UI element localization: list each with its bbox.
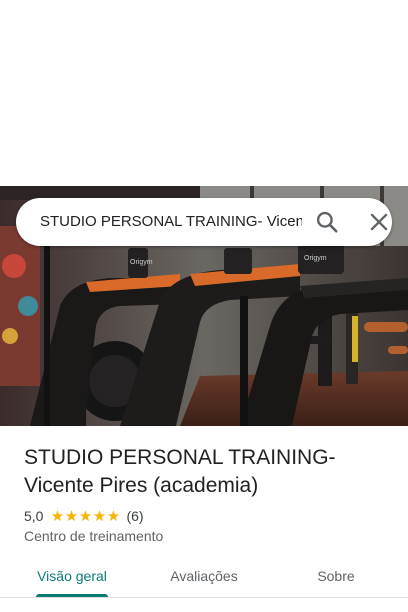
blank-map-area [0,0,408,186]
star-icon: ★ [106,507,121,525]
place-category: Centro de treinamento [24,528,164,544]
place-title: STUDIO PERSONAL TRAINING- Vicente Pires … [24,444,394,500]
rating-value: 5,0 [24,508,44,524]
close-icon [370,213,388,231]
tab-reviews[interactable]: Avaliações [160,556,248,596]
brand-label: Origym [304,255,327,262]
place-title-line-2: Vicente Pires (academia) [24,474,259,497]
star-icon: ★ [50,507,65,525]
tab-overview[interactable]: Visão geral [28,556,116,596]
search-bar[interactable]: STUDIO PERSONAL TRAINING- Vicente Pires … [16,198,392,246]
tab-about[interactable]: Sobre [296,556,376,596]
search-input[interactable]: STUDIO PERSONAL TRAINING- Vicente Pires … [40,198,302,246]
star-icon: ★ [64,507,79,525]
star-icon: ★ [92,507,107,525]
close-button[interactable] [366,209,392,235]
tabs-divider [0,597,408,598]
star-icon: ★ [78,507,93,525]
rating-row[interactable]: 5,0 ★ ★ ★ ★ ★ (6) [24,507,144,525]
rating-stars: ★ ★ ★ ★ ★ [50,509,120,524]
search-button[interactable] [314,209,340,235]
brand-label: Origym [130,259,153,266]
place-tabs: Visão geral Avaliações Sobre [0,556,408,602]
search-icon [316,211,338,233]
review-count[interactable]: (6) [126,508,143,524]
place-title-line-1: STUDIO PERSONAL TRAINING- [24,446,336,469]
